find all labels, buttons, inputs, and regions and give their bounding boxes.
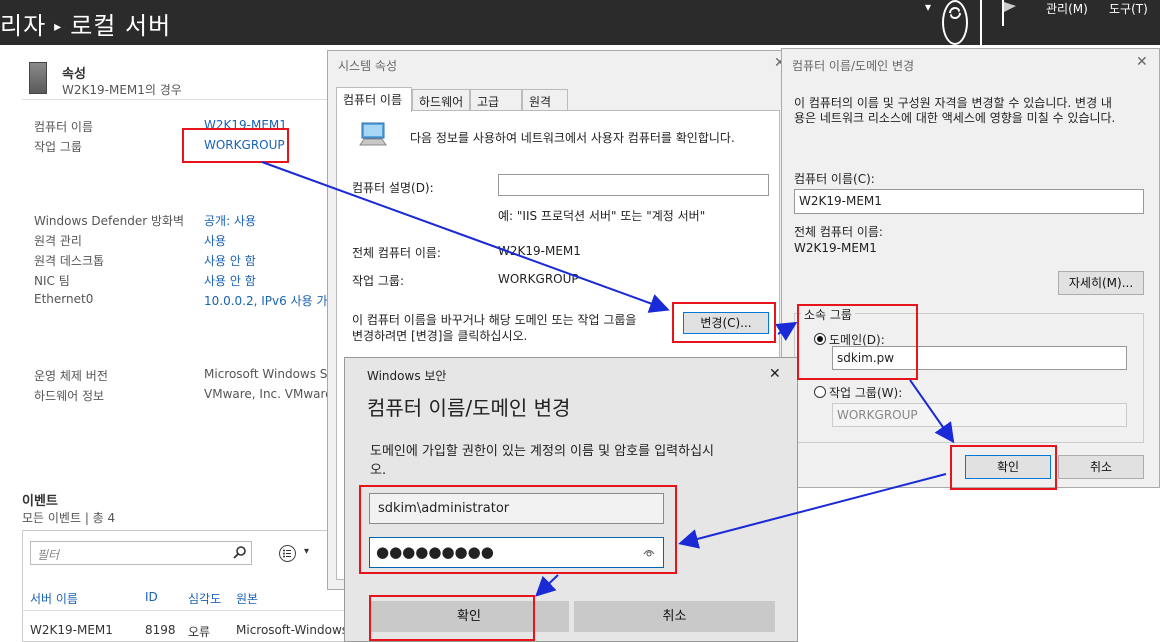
arrow-to-change <box>261 161 670 313</box>
arrow-to-security-ok <box>535 574 559 597</box>
arrow-to-ok <box>909 379 955 444</box>
arrow-to-domain <box>775 321 798 341</box>
tab-computer-name[interactable]: 컴퓨터 이름 <box>336 87 412 112</box>
arrow-to-credentials <box>678 473 947 549</box>
annotation-arrows <box>261 161 955 597</box>
